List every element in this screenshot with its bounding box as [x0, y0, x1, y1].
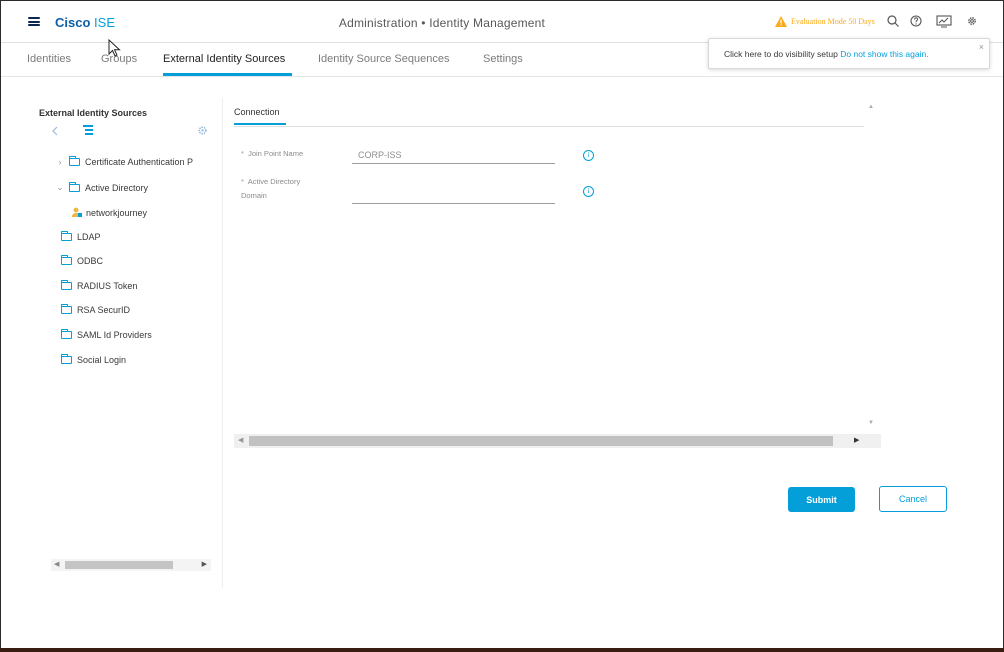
- warning-icon: [775, 16, 787, 27]
- settings-gear-icon[interactable]: [197, 125, 208, 136]
- join-point-icon: [72, 207, 82, 217]
- tab-settings[interactable]: Settings: [483, 53, 523, 65]
- tree-item-label: SAML Id Providers: [77, 330, 152, 340]
- tree-item-label: RADIUS Token: [77, 281, 138, 291]
- help-icon[interactable]: [909, 14, 923, 28]
- scroll-left-arrow-icon[interactable]: ◀: [238, 436, 243, 444]
- desktop-bottom-edge: [0, 648, 1004, 652]
- tree-view-icon[interactable]: [82, 124, 94, 136]
- folder-icon: [61, 231, 72, 241]
- tree-item-label: Social Login: [77, 355, 127, 365]
- identity-sources-sidebar: External Identity Sources › Certificate …: [33, 98, 223, 588]
- visibility-setup-popup: Click here to do visibility setup Do not…: [708, 38, 990, 69]
- tab-divider: [234, 126, 864, 127]
- submit-button[interactable]: Submit: [788, 487, 855, 512]
- folder-icon: [69, 156, 80, 166]
- sidebar-title: External Identity Sources: [39, 108, 148, 118]
- scroll-right-arrow-icon[interactable]: ▶: [202, 560, 207, 568]
- tree-item-odbc[interactable]: ODBC: [61, 255, 104, 266]
- evaluation-notice[interactable]: Evaluation Mode 50 Days: [775, 16, 875, 27]
- join-point-name-label: * Join Point Name: [241, 149, 304, 158]
- active-tab-indicator: [163, 73, 292, 76]
- tree-item-active-directory[interactable]: ⌄ Active Directory: [55, 181, 149, 193]
- tab-connection[interactable]: Connection: [234, 107, 280, 117]
- chevron-left-icon[interactable]: [51, 125, 59, 137]
- tree-item-label: RSA SecurID: [77, 305, 131, 315]
- folder-icon: [69, 181, 80, 192]
- evaluation-text: Evaluation Mode 50 Days: [791, 17, 875, 26]
- folder-icon: [61, 329, 72, 339]
- chevron-down-icon[interactable]: ⌄: [55, 182, 65, 193]
- folder-icon: [61, 354, 72, 364]
- ad-domain-label: * Active Directory Domain: [241, 177, 301, 200]
- visibility-setup-link[interactable]: Click here to do visibility setup: [724, 49, 838, 59]
- tree-item-ldap[interactable]: LDAP: [61, 231, 101, 242]
- top-header: Cisco ISE Administration • Identity Mana…: [1, 1, 1003, 43]
- scroll-right-arrow-icon[interactable]: ▶: [854, 436, 859, 444]
- connection-panel: Connection * Join Point Name i * Active …: [228, 98, 881, 450]
- tree-item-label: networkjourney: [86, 207, 148, 218]
- sidebar-toolbar: [33, 123, 213, 139]
- tab-identities[interactable]: Identities: [27, 53, 71, 65]
- scrollbar-thumb[interactable]: [249, 436, 833, 446]
- join-point-name-input[interactable]: [352, 146, 555, 164]
- folder-icon: [61, 255, 72, 265]
- tree-item-label: Active Directory: [85, 182, 149, 193]
- tree-item-rsa-securid[interactable]: RSA SecurID: [61, 304, 131, 315]
- app-window: Cisco ISE Administration • Identity Mana…: [1, 1, 1003, 648]
- tab-identity-source-sequences[interactable]: Identity Source Sequences: [318, 53, 449, 65]
- connection-tab-indicator: [234, 123, 286, 125]
- page-title: Administration • Identity Management: [338, 16, 546, 30]
- tree-item-label: Certificate Authentication P: [85, 157, 194, 167]
- tree-item-radius-token[interactable]: RADIUS Token: [61, 280, 138, 291]
- gear-icon[interactable]: [965, 14, 979, 28]
- tree-item-networkjourney[interactable]: networkjourney: [71, 207, 147, 218]
- tree-item-label: ODBC: [77, 256, 104, 266]
- cancel-button[interactable]: Cancel: [879, 486, 947, 512]
- mouse-cursor-icon: [108, 39, 121, 57]
- tree-item-label: LDAP: [77, 232, 101, 242]
- ad-domain-input[interactable]: [352, 186, 555, 204]
- scrollbar-thumb[interactable]: [65, 561, 173, 569]
- search-icon[interactable]: [886, 14, 900, 28]
- chevron-right-icon[interactable]: ›: [55, 157, 65, 167]
- scroll-left-arrow-icon[interactable]: ◀: [54, 560, 59, 568]
- tree-item-social-login[interactable]: Social Login: [61, 354, 127, 365]
- folder-icon: [61, 304, 72, 314]
- tab-external-identity-sources[interactable]: External Identity Sources: [163, 53, 285, 65]
- info-icon[interactable]: i: [583, 186, 594, 197]
- folder-icon: [61, 280, 72, 290]
- tree-item-certificate-authentication[interactable]: › Certificate Authentication P: [55, 156, 194, 167]
- info-icon[interactable]: i: [583, 150, 594, 161]
- content-vertical-scrollbar[interactable]: ▲ ▼: [864, 98, 881, 434]
- content-horizontal-scrollbar[interactable]: ◀ ▶: [234, 434, 881, 448]
- close-icon[interactable]: ×: [979, 42, 984, 52]
- dashboard-icon[interactable]: [936, 14, 952, 28]
- tree-item-saml-id-providers[interactable]: SAML Id Providers: [61, 329, 152, 340]
- scroll-up-arrow-icon[interactable]: ▲: [868, 104, 874, 110]
- scroll-down-arrow-icon[interactable]: ▼: [868, 420, 874, 426]
- sidebar-horizontal-scrollbar[interactable]: ◀ ▶: [51, 559, 211, 571]
- do-not-show-again-link[interactable]: Do not show this again.: [840, 49, 928, 59]
